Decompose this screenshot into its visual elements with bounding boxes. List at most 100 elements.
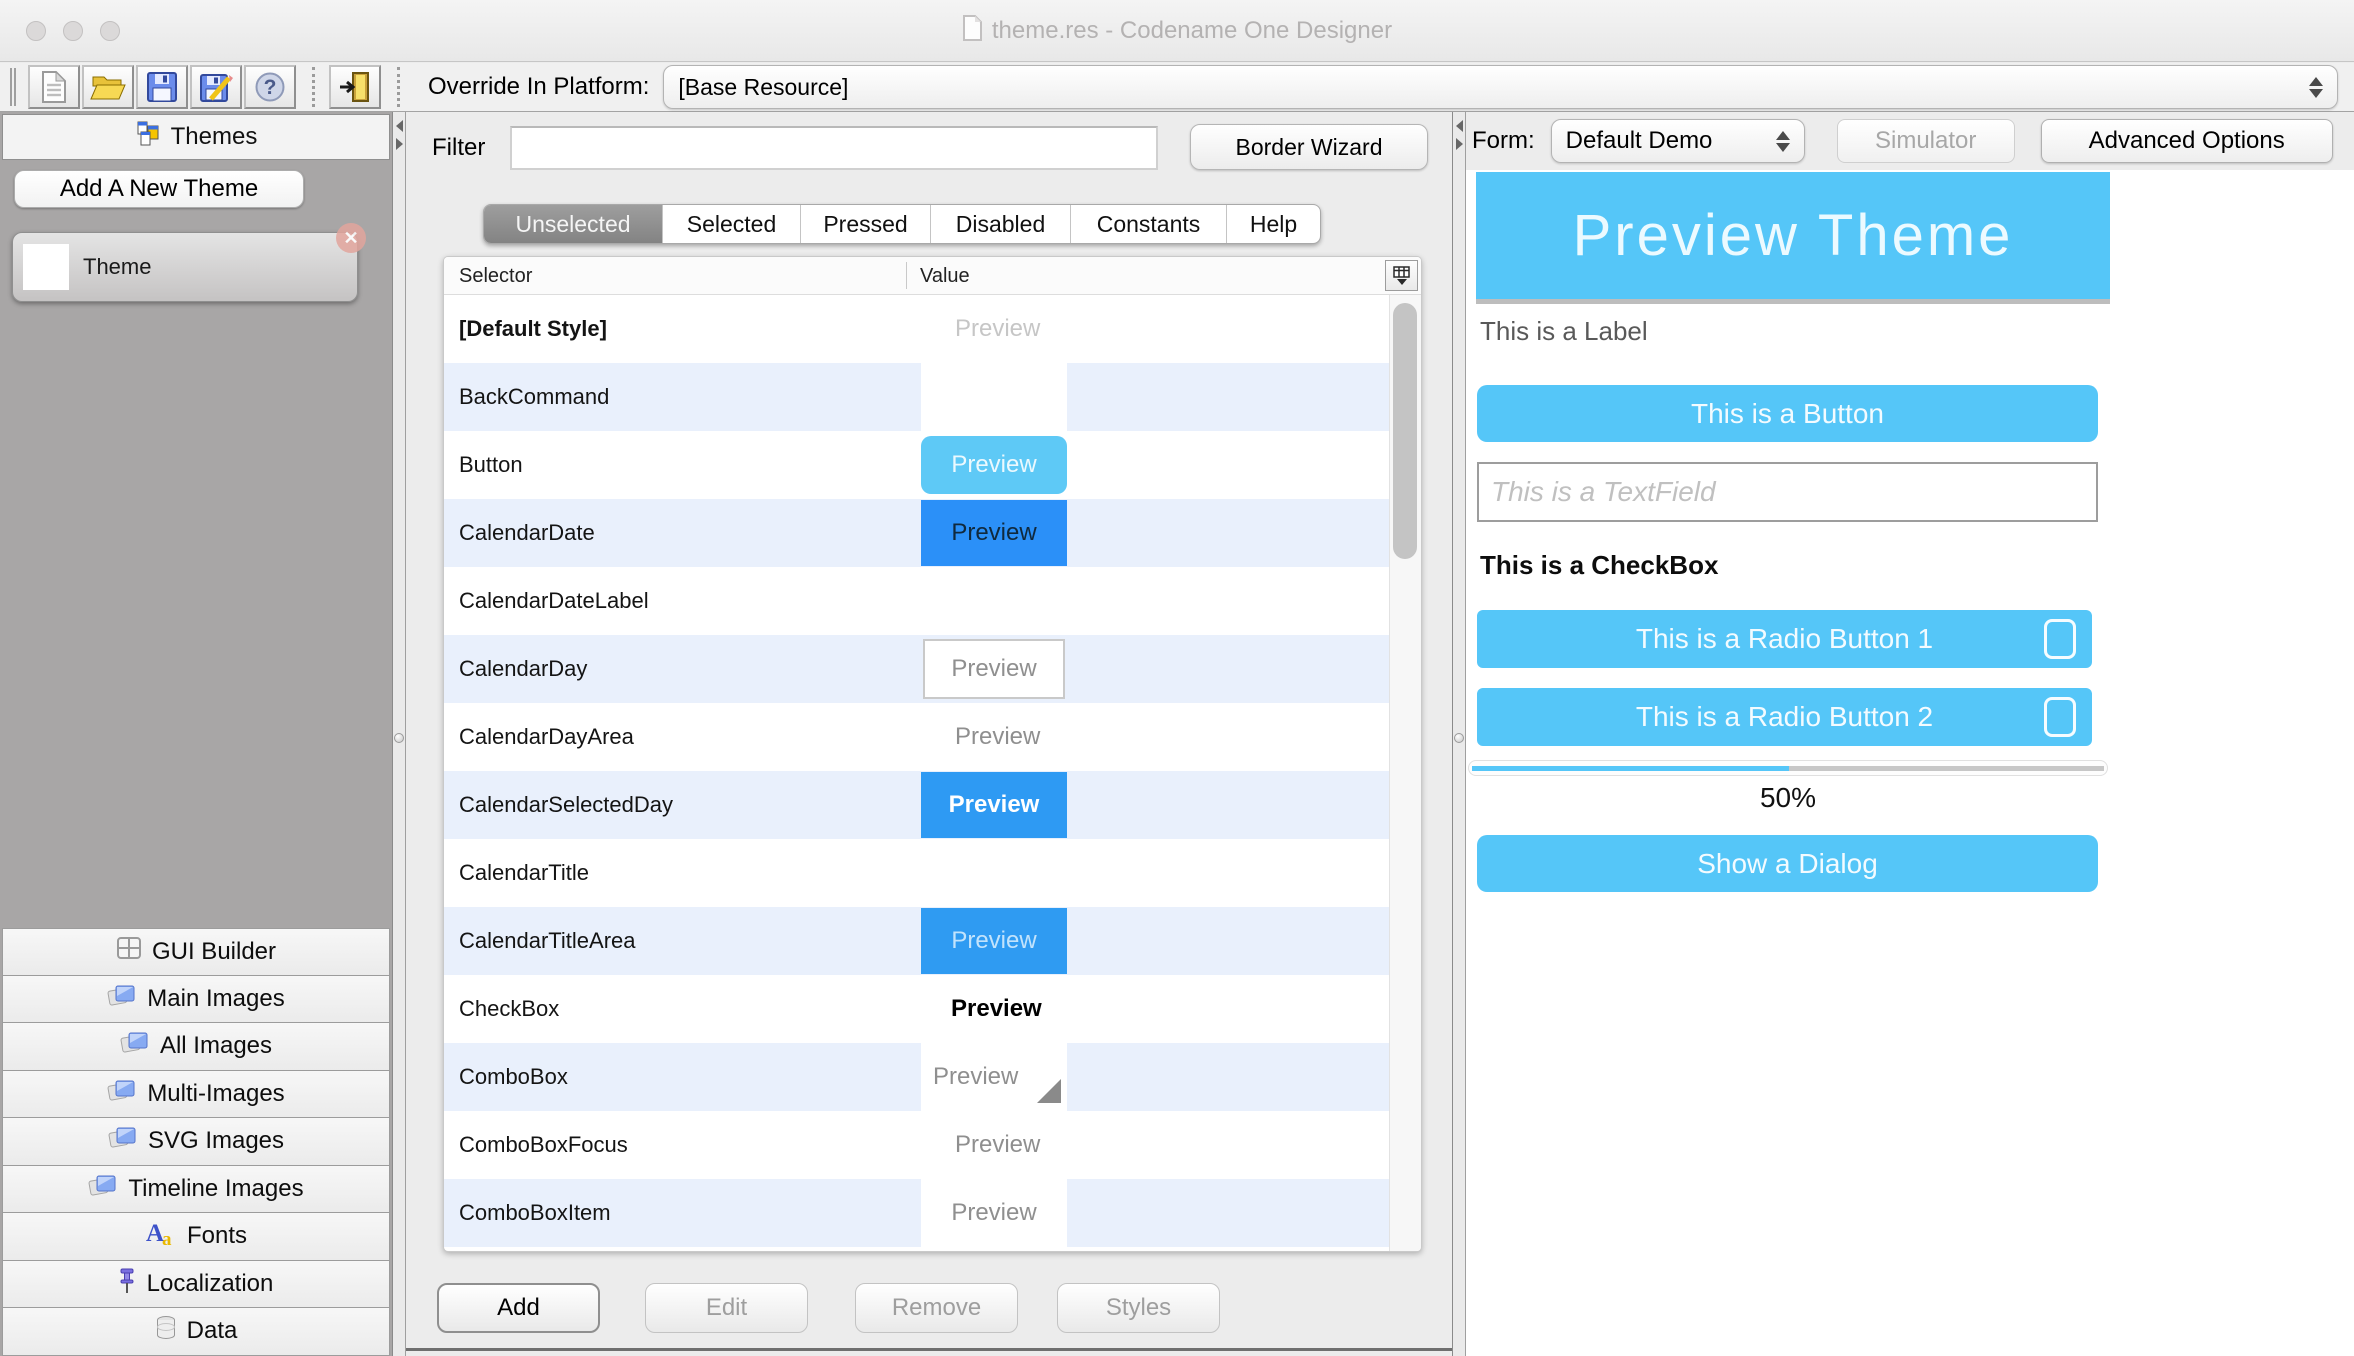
- collapse-left-icon[interactable]: [396, 120, 403, 132]
- selector-name: CalendarTitleArea: [459, 928, 636, 953]
- theme-list-item[interactable]: Theme ✕: [12, 223, 366, 302]
- table-row[interactable]: ComboBoxItem Preview: [444, 1179, 1421, 1247]
- toolbar-grip[interactable]: [10, 68, 16, 106]
- themes-section-header[interactable]: Themes: [2, 114, 390, 160]
- table-row[interactable]: CalendarSelectedDay Preview: [444, 771, 1421, 839]
- title-bar: theme.res - Codename One Designer: [0, 0, 2354, 62]
- remove-button[interactable]: Remove: [855, 1283, 1018, 1333]
- sidebar-item-label: Data: [186, 1317, 238, 1345]
- tab-constants[interactable]: Constants: [1070, 205, 1226, 243]
- table-row[interactable]: CalendarDay Preview: [444, 635, 1421, 703]
- main-body: Themes Add A New Theme Theme ✕ GUI Build…: [0, 112, 2354, 1356]
- theme-item-label: Theme: [83, 254, 152, 279]
- splitter-handle[interactable]: [1454, 733, 1464, 743]
- splitter-handle[interactable]: [394, 733, 404, 743]
- form-select-value: Default Demo: [1565, 127, 1713, 154]
- form-select[interactable]: Default Demo: [1550, 119, 1805, 163]
- preview-radio-button-1[interactable]: This is a Radio Button 1: [1477, 610, 2092, 668]
- collapse-left-icon[interactable]: [1456, 120, 1463, 132]
- fonts-icon: Aa: [145, 1219, 177, 1254]
- preview-textfield[interactable]: [1477, 462, 2098, 522]
- table-row[interactable]: CalendarDate Preview: [444, 499, 1421, 567]
- collapse-right-icon[interactable]: [396, 138, 403, 150]
- table-row[interactable]: CalendarTitleArea Preview: [444, 907, 1421, 975]
- save-button[interactable]: [136, 65, 188, 109]
- collapse-right-icon[interactable]: [1456, 138, 1463, 150]
- save-as-button[interactable]: [190, 65, 242, 109]
- images-icon: [88, 1172, 118, 1206]
- exit-button[interactable]: [329, 65, 381, 109]
- show-a-dialog-button[interactable]: Show a Dialog: [1477, 835, 2098, 892]
- preview-cell: Preview: [921, 1179, 1067, 1247]
- combo-arrows-icon: [1775, 130, 1790, 152]
- right-splitter[interactable]: [1452, 112, 1466, 1356]
- preview-panel: Form: Default Demo Simulator Advanced Op…: [1466, 112, 2354, 1356]
- close-theme-icon[interactable]: ✕: [336, 223, 366, 253]
- add-a-new-theme-button[interactable]: Add A New Theme: [14, 170, 304, 208]
- tab-help[interactable]: Help: [1226, 205, 1320, 243]
- table-row[interactable]: CalendarDayArea Preview: [444, 703, 1421, 771]
- preview-cell: Preview: [921, 771, 1067, 839]
- table-row[interactable]: Button Preview: [444, 431, 1421, 499]
- table-row[interactable]: BackCommand: [444, 363, 1421, 431]
- preview-checkbox[interactable]: This is a CheckBox: [1480, 550, 1718, 581]
- svg-text:a: a: [162, 1229, 172, 1247]
- table-row[interactable]: CalendarTitle: [444, 839, 1421, 907]
- tab-pressed[interactable]: Pressed: [800, 205, 930, 243]
- table-row[interactable]: [Default Style] Preview: [444, 295, 1421, 363]
- column-divider[interactable]: [906, 262, 907, 289]
- advanced-options-button[interactable]: Advanced Options: [2040, 119, 2333, 163]
- simulator-button[interactable]: Simulator: [1836, 119, 2015, 163]
- table-scrollbar[interactable]: [1389, 295, 1421, 1251]
- sidebar-item-all-images[interactable]: All Images: [2, 1023, 390, 1071]
- window-title: theme.res - Codename One Designer: [0, 0, 2354, 62]
- combo-arrow-icon: [1037, 1079, 1061, 1103]
- sidebar-item-label: Localization: [146, 1269, 274, 1297]
- sidebar-item-gui-builder[interactable]: GUI Builder: [2, 928, 390, 976]
- sidebar-item-timeline-images[interactable]: Timeline Images: [2, 1165, 390, 1213]
- tab-disabled[interactable]: Disabled: [930, 205, 1070, 243]
- radio-box-icon: [2044, 697, 2076, 737]
- radio-box-icon: [2044, 619, 2076, 659]
- sidebar-item-svg-images[interactable]: SVG Images: [2, 1118, 390, 1166]
- selector-name: ComboBoxItem: [459, 1200, 611, 1225]
- left-splitter[interactable]: [392, 112, 406, 1356]
- filter-input[interactable]: [510, 126, 1158, 170]
- radio-2-label: This is a Radio Button 2: [1635, 701, 1934, 732]
- help-button[interactable]: ?: [244, 65, 296, 109]
- table-row[interactable]: CheckBox Preview: [444, 975, 1421, 1043]
- column-control-icon[interactable]: [1385, 260, 1418, 291]
- pin-icon: [119, 1267, 137, 1301]
- selector-name: ComboBox: [459, 1064, 568, 1089]
- preview-cell: [921, 567, 1067, 635]
- images-icon: [107, 1077, 137, 1111]
- open-file-button[interactable]: [82, 65, 134, 109]
- table-row[interactable]: CalendarDateLabel: [444, 567, 1421, 635]
- preview-radio-button-2[interactable]: This is a Radio Button 2: [1477, 688, 2092, 746]
- override-platform-select[interactable]: [Base Resource]: [663, 65, 2338, 109]
- border-wizard-button[interactable]: Border Wizard: [1190, 124, 1428, 170]
- scrollbar-thumb[interactable]: [1393, 303, 1417, 559]
- sidebar-item-main-images[interactable]: Main Images: [2, 975, 390, 1023]
- tab-selected[interactable]: Selected: [662, 205, 800, 243]
- sidebar-item-localization[interactable]: Localization: [2, 1260, 390, 1308]
- sidebar-item-fonts[interactable]: Aa Fonts: [2, 1213, 390, 1261]
- styles-button[interactable]: Styles: [1057, 1283, 1220, 1333]
- sidebar-item-multi-images[interactable]: Multi-Images: [2, 1070, 390, 1118]
- preview-cell: [921, 363, 1067, 431]
- new-file-button[interactable]: [28, 65, 80, 109]
- preview-cell: Preview: [955, 315, 1041, 342]
- table-row[interactable]: ComboBoxFocus Preview: [444, 1111, 1421, 1179]
- table-row[interactable]: ComboBox Preview: [444, 1043, 1421, 1111]
- preview-cell: Preview: [921, 431, 1067, 499]
- preview-theme-title: Preview Theme: [1572, 203, 2014, 268]
- window-title-text: theme.res - Codename One Designer: [991, 17, 1393, 44]
- sidebar-item-data[interactable]: Data: [2, 1308, 390, 1356]
- database-icon: [155, 1315, 177, 1348]
- add-button[interactable]: Add: [437, 1283, 600, 1333]
- edit-button[interactable]: Edit: [645, 1283, 808, 1333]
- theme-editor-panel: Filter Border Wizard Unselected Selected P…: [406, 112, 1452, 1356]
- tab-unselected[interactable]: Unselected: [484, 205, 662, 243]
- preview-button[interactable]: This is a Button: [1477, 385, 2098, 442]
- panel-bottom-edge: [406, 1348, 1452, 1351]
